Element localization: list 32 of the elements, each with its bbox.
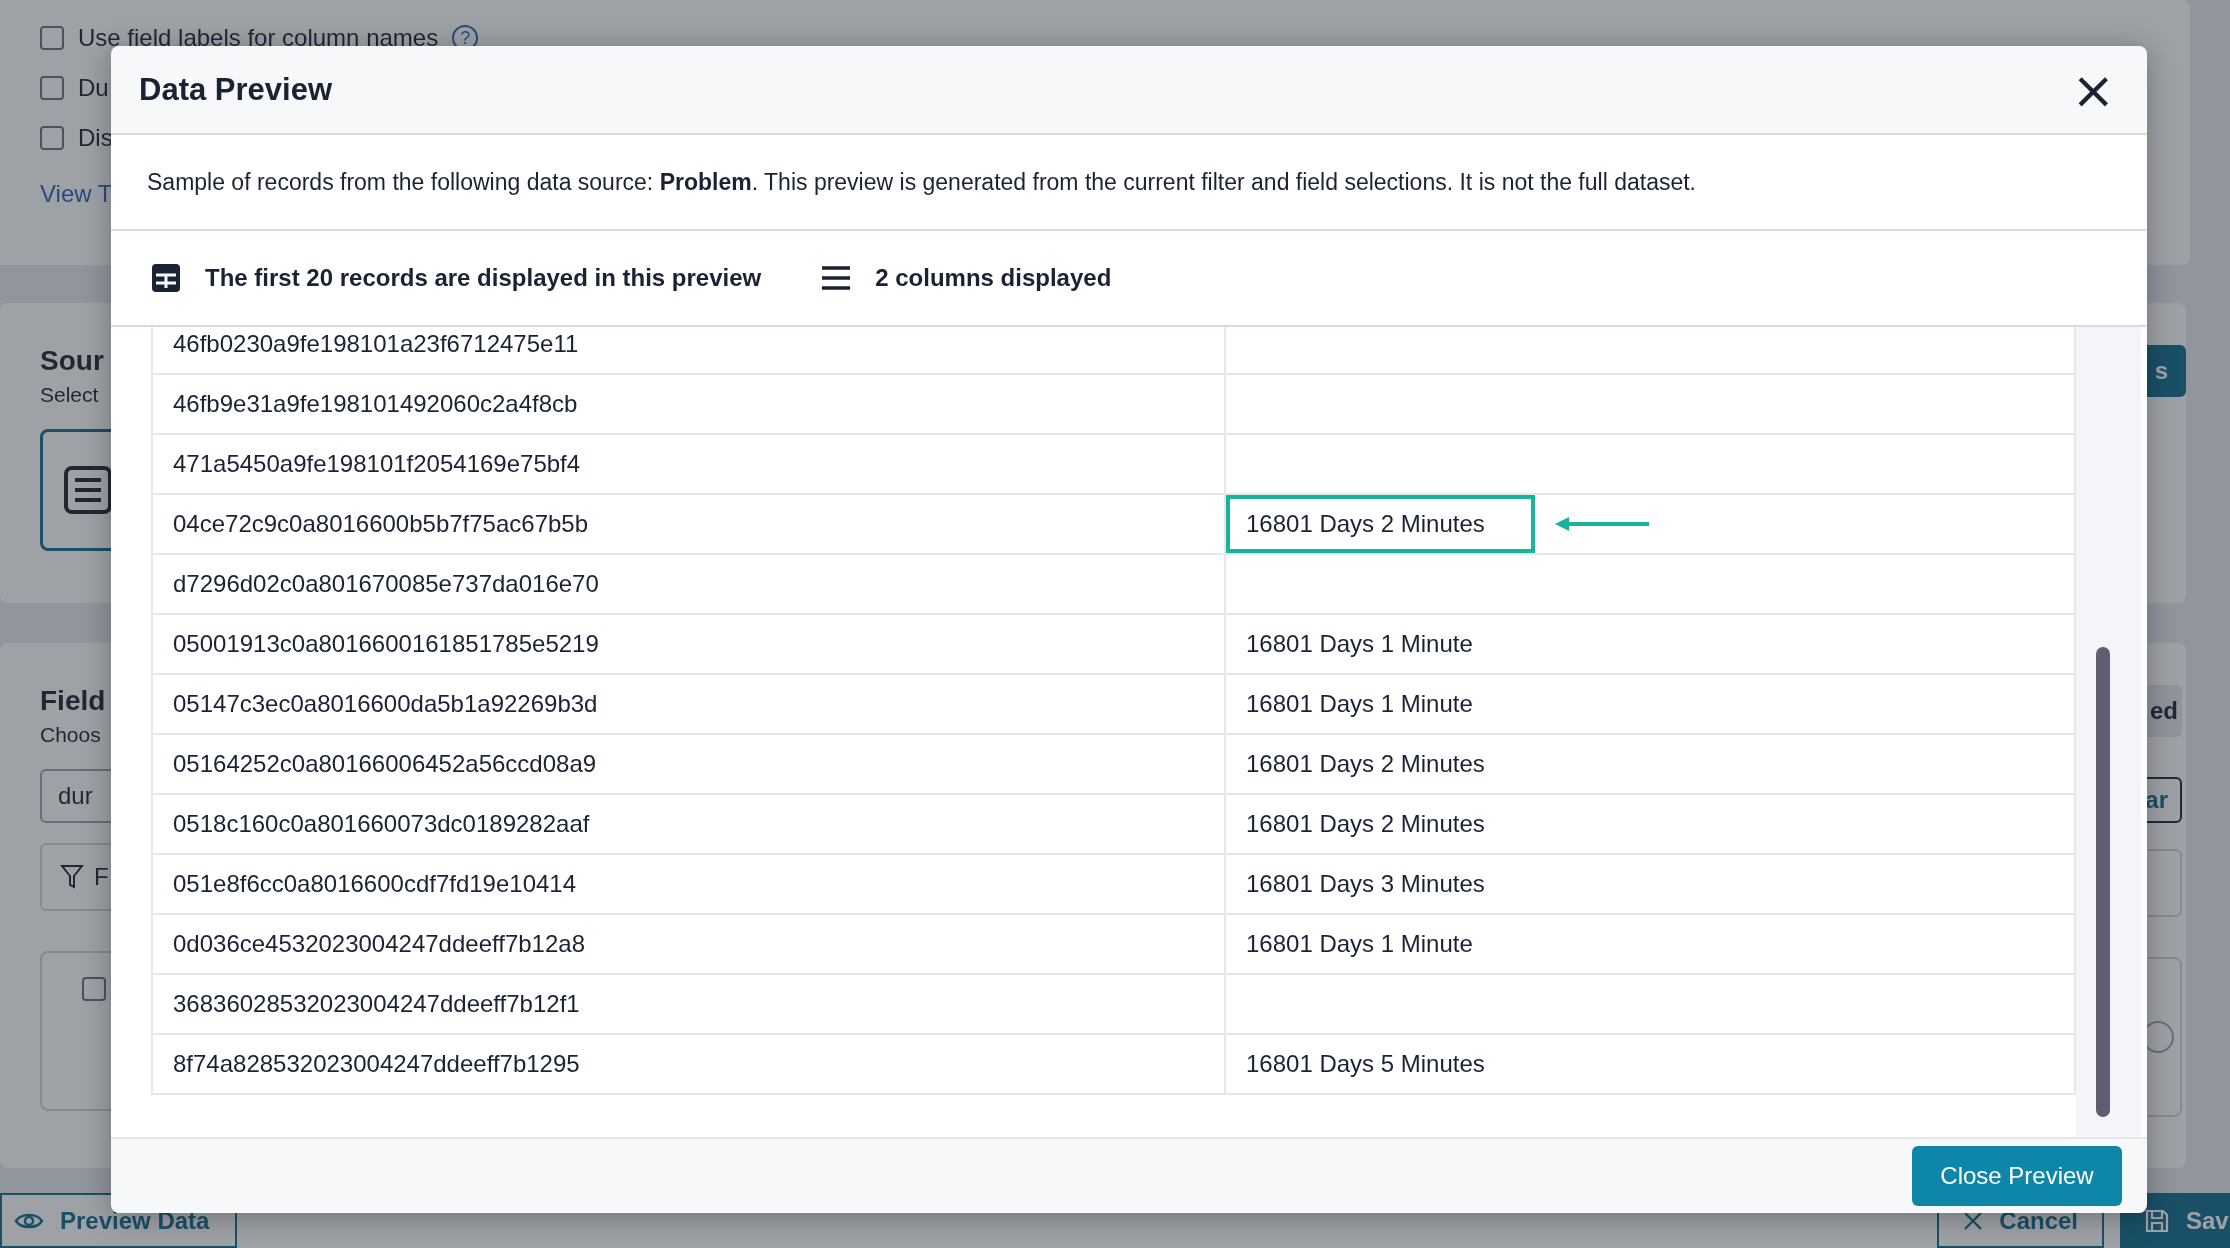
table-cell: 36836028532023004247ddeeff7b12f1 xyxy=(153,975,1226,1033)
table-cell: 05164252c0a80166006452a56ccd08a9 xyxy=(153,735,1226,793)
table-cell: 16801 Days 2 Minutes xyxy=(1226,495,1535,553)
table-cell: 8f74a828532023004247ddeeff7b1295 xyxy=(153,1035,1226,1093)
table-cell-text: 16801 Days 2 Minutes xyxy=(1245,749,1486,779)
table-cell-text: 16801 Days 1 Minute xyxy=(1245,689,1474,719)
columns-info: 2 columns displayed xyxy=(875,264,1112,292)
table-cell-text: 16801 Days 5 Minutes xyxy=(1245,1049,1486,1079)
option-label: Dis xyxy=(78,124,113,152)
table-cell-text: 16801 Days 2 Minutes xyxy=(1245,809,1486,839)
table-cell: 0518c160c0a801660073dc0189282aaf xyxy=(153,795,1226,853)
table-cell: 46fb0230a9fe198101a23f6712475e11 xyxy=(153,327,1226,373)
table-cell: 0d036ce4532023004247ddeeff7b12a8 xyxy=(153,915,1226,973)
table-cell: d7296d02c0a801670085e737da016e70 xyxy=(153,555,1226,613)
section-subtitle: Select xyxy=(40,383,99,407)
description: Sample of records from the following data source: Problem. This preview is generated from the current filter and field selections. It is not the full dataset. xyxy=(147,168,1696,196)
table-cell-text: 16801 Days 1 Minute xyxy=(1245,929,1474,959)
table-cell: 46fb9e31a9fe198101492060c2a4f8cb xyxy=(153,375,1226,433)
table-cell: 04ce72c9c0a8016600b5b7f75ac67b5b xyxy=(153,495,1226,553)
table-cell: 05147c3ec0a8016600da5b1a92269b3d xyxy=(153,675,1226,733)
section-title: Sour xyxy=(40,345,104,377)
table-cell-text: 16801 Days 1 Minute xyxy=(1245,629,1474,659)
records-info: The first 20 records are displayed in this preview xyxy=(205,264,762,292)
section-title: Field xyxy=(40,685,106,717)
table-cell-text: 16801 Days 3 Minutes xyxy=(1245,869,1486,899)
section-subtitle: Choos xyxy=(40,723,101,747)
table-cell: 05001913c0a8016600161851785e5219 xyxy=(153,615,1226,673)
option-label: Use field labels for column names xyxy=(78,24,439,52)
table-cell: 471a5450a9fe198101f2054169e75bf4 xyxy=(153,435,1226,493)
option-label: Du xyxy=(78,74,109,102)
table-cell: 051e8f6cc0a8016600cdf7fd19e10414 xyxy=(153,855,1226,913)
dialog-title: Data Preview xyxy=(139,71,332,108)
